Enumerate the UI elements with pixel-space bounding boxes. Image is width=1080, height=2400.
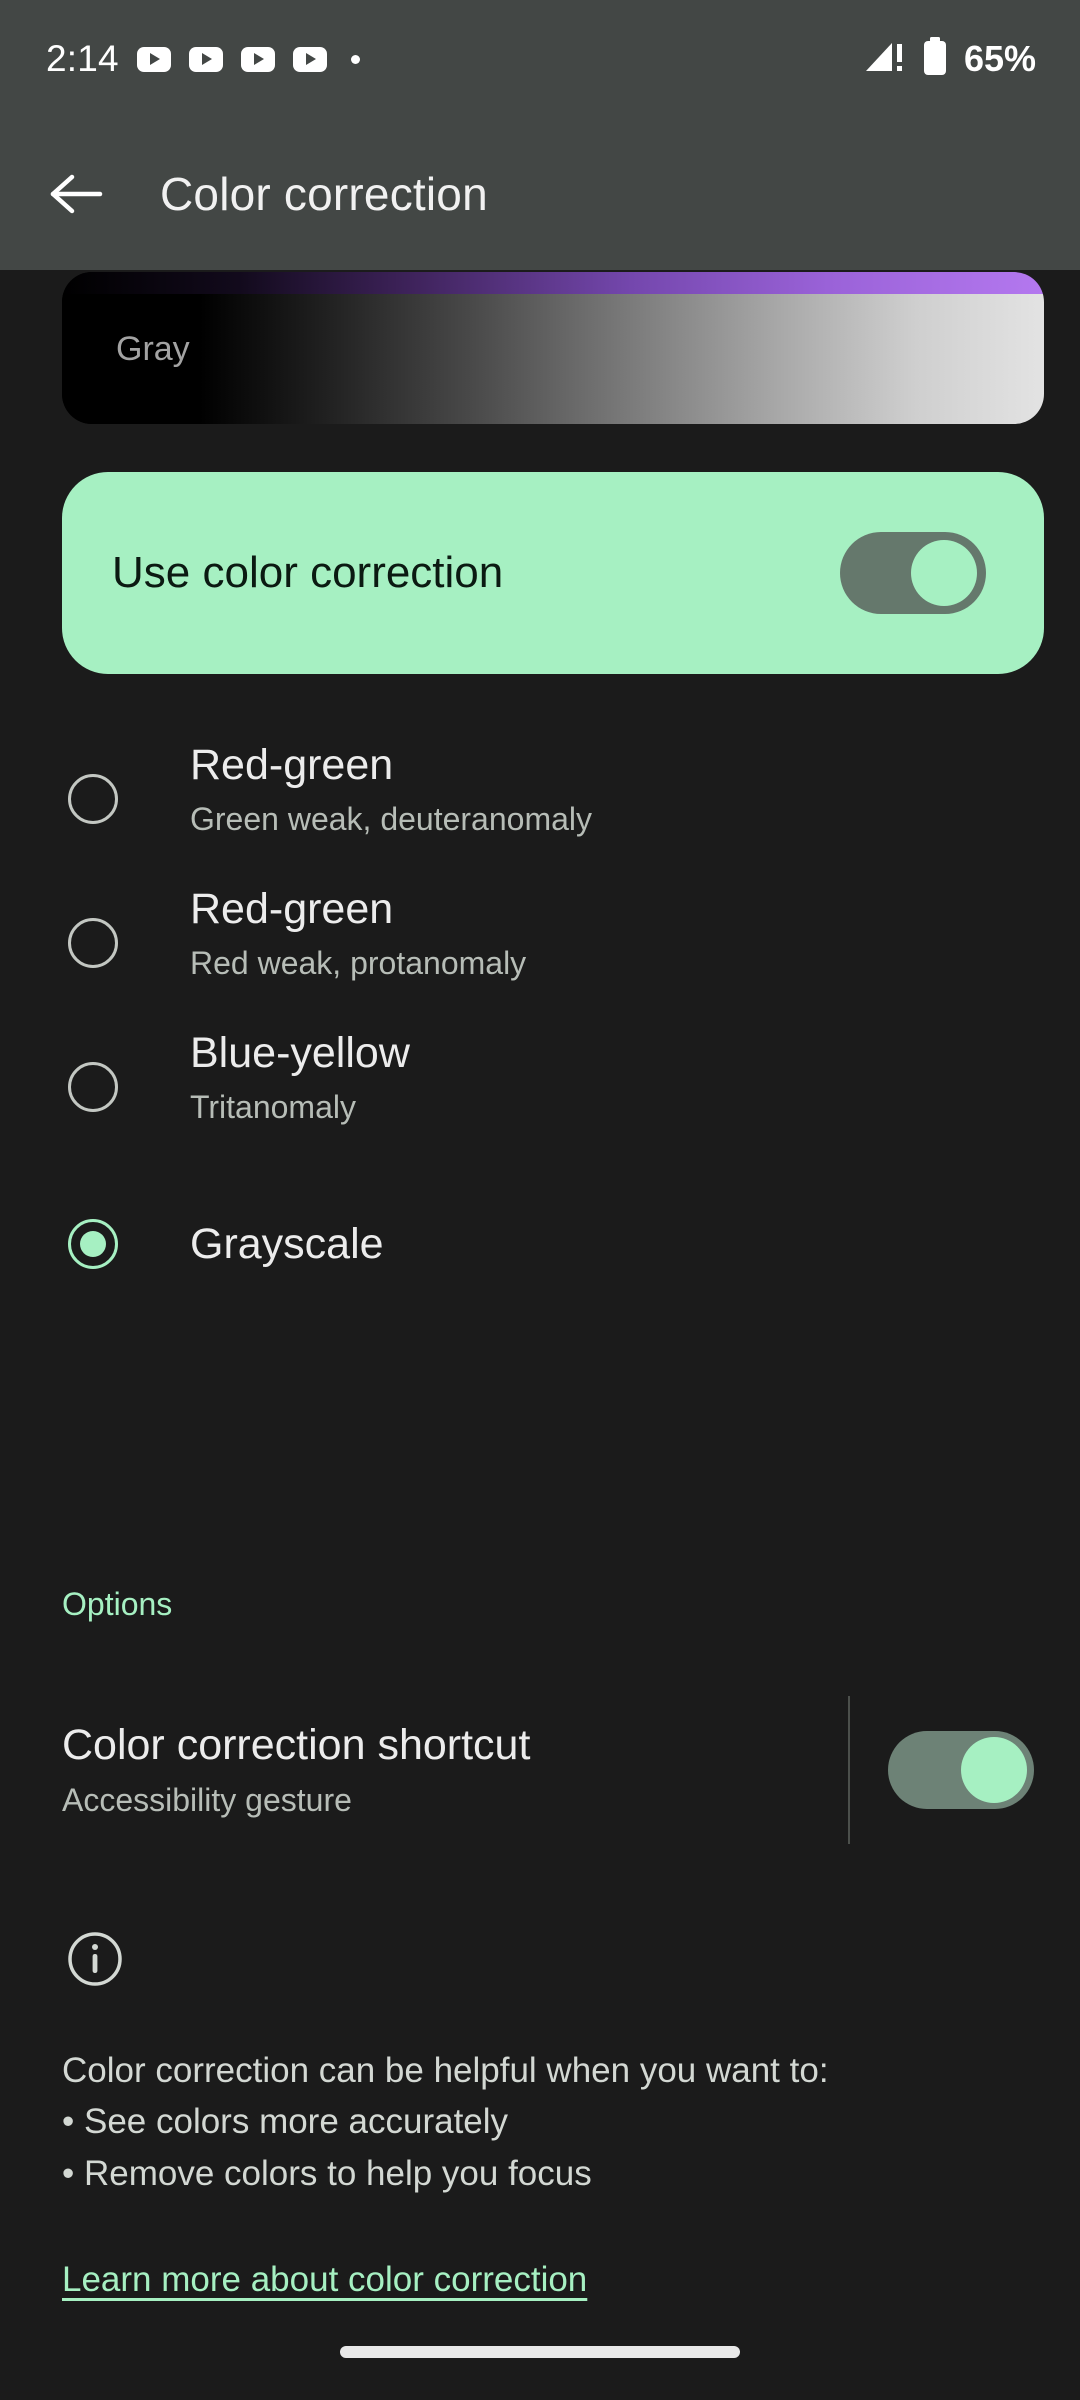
status-bar-clock: 2:14 — [46, 38, 119, 79]
color-correction-shortcut-switch[interactable] — [888, 1731, 1034, 1809]
youtube-icon — [240, 46, 275, 72]
page-title: Color correction — [160, 168, 488, 220]
overflow-dot-icon — [350, 54, 360, 64]
switch-knob — [961, 1737, 1027, 1803]
radio-option-subtitle: Green weak, deuteranomaly — [190, 800, 592, 837]
radio-option-red-green-deuteranomaly[interactable]: Red-green Green weak, deuteranomaly — [0, 740, 1080, 884]
status-bar: 2:14 65% — [0, 0, 1080, 118]
shortcut-subtitle: Accessibility gesture — [62, 1782, 352, 1818]
radio-option-text: Grayscale — [190, 1219, 384, 1270]
battery-percent-label: 65% — [963, 38, 1036, 79]
radio-option-blue-yellow-tritanomaly[interactable]: Blue-yellow Tritanomaly — [0, 1028, 1080, 1172]
shortcut-texts: Color correction shortcut Accessibility … — [62, 1721, 848, 1819]
switch-knob — [911, 540, 977, 606]
radio-option-title: Blue-yellow — [190, 1029, 410, 1077]
radio-option-text: Red-green Green weak, deuteranomaly — [190, 740, 592, 838]
status-bar-right: 65% — [864, 36, 1036, 82]
radio-button-selected-icon[interactable] — [68, 1219, 118, 1269]
youtube-icon — [188, 46, 223, 72]
radio-option-title: Red-green — [190, 885, 394, 933]
info-line: • Remove colors to help you focus — [62, 2153, 592, 2193]
options-section-header: Options — [62, 1586, 173, 1622]
shortcut-title: Color correction shortcut — [62, 1721, 531, 1769]
radio-button-icon[interactable] — [68, 774, 118, 824]
info-icon — [66, 1930, 124, 1993]
use-color-correction-switch[interactable] — [840, 532, 986, 614]
info-line: • See colors more accurately — [62, 2102, 509, 2142]
correction-mode-list: Red-green Green weak, deuteranomaly Red-… — [0, 740, 1080, 1316]
radio-option-subtitle: Tritanomaly — [190, 1088, 356, 1125]
vertical-divider — [848, 1696, 850, 1844]
radio-option-title: Red-green — [190, 741, 394, 789]
color-preview-card: Gray — [62, 272, 1044, 424]
use-color-correction-label: Use color correction — [112, 548, 504, 597]
color-correction-shortcut-row[interactable]: Color correction shortcut Accessibility … — [0, 1690, 1080, 1850]
radio-option-title: Grayscale — [190, 1219, 384, 1268]
cellular-signal-alert-icon — [864, 38, 906, 81]
preview-label: Gray — [116, 330, 190, 368]
preview-hue-strip — [62, 272, 1044, 294]
info-line: Color correction can be helpful when you… — [62, 2051, 829, 2090]
back-arrow-icon[interactable] — [48, 166, 104, 222]
radio-option-grayscale[interactable]: Grayscale — [0, 1172, 1080, 1316]
home-gesture-pill[interactable] — [340, 2346, 740, 2358]
battery-icon — [922, 36, 948, 82]
learn-more-link[interactable]: Learn more about color correction — [62, 2260, 587, 2300]
youtube-icon — [136, 46, 171, 72]
radio-option-red-green-protanomaly[interactable]: Red-green Red weak, protanomaly — [0, 884, 1080, 1028]
radio-option-text: Blue-yellow Tritanomaly — [190, 1028, 410, 1126]
info-text-block: Color correction can be helpful when you… — [62, 2045, 1022, 2199]
status-bar-left: 2:14 — [46, 38, 360, 80]
radio-button-icon[interactable] — [68, 1062, 118, 1112]
youtube-icon — [292, 46, 327, 72]
preview-grayscale-band — [62, 294, 1044, 424]
radio-option-subtitle: Red weak, protanomaly — [190, 944, 527, 981]
use-color-correction-card[interactable]: Use color correction — [62, 472, 1044, 674]
phone-screen: 2:14 65% Color correction Gray Use color… — [0, 0, 1080, 2400]
radio-button-icon[interactable] — [68, 918, 118, 968]
radio-option-text: Red-green Red weak, protanomaly — [190, 884, 526, 982]
app-bar: Color correction — [0, 118, 1080, 270]
